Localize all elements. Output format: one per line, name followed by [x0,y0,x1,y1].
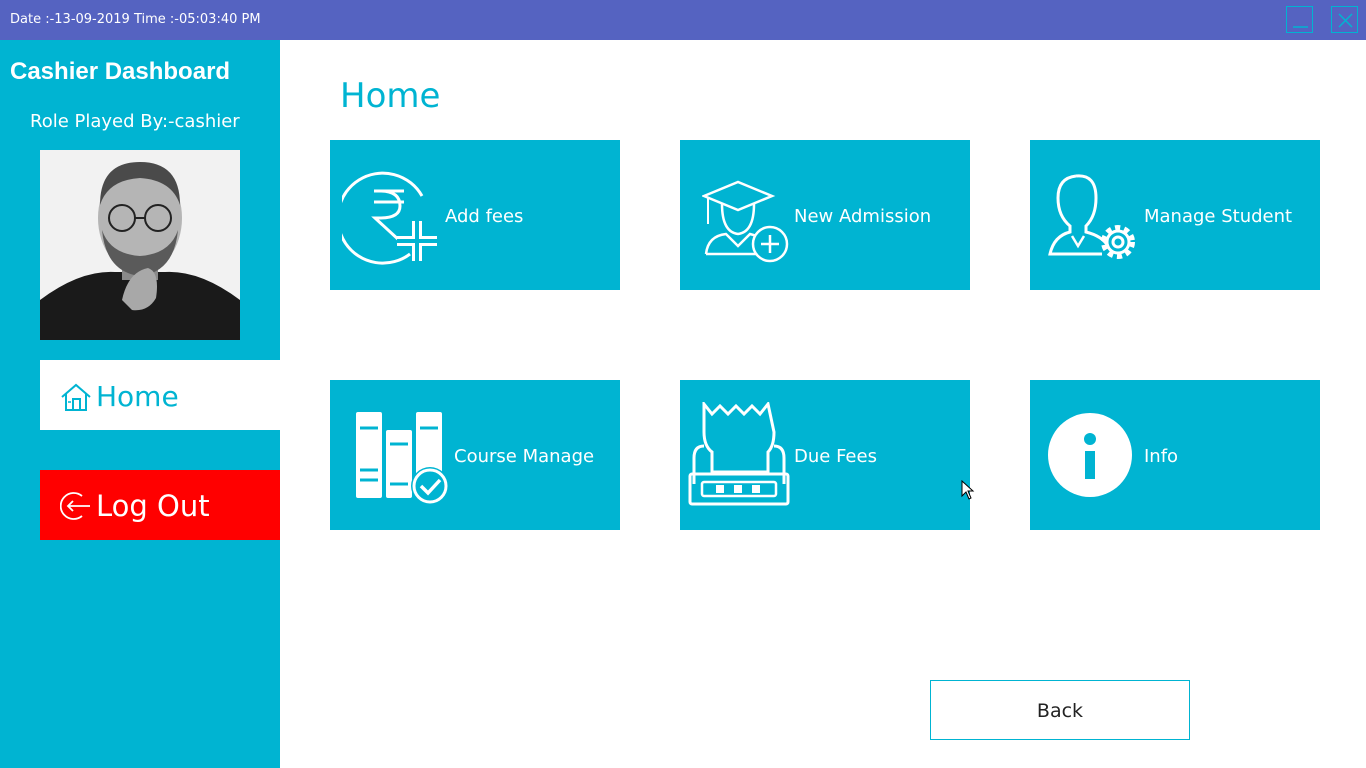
avatar [40,150,240,340]
rupee-add-icon [342,171,437,265]
dashboard-title: Cashier Dashboard [10,58,231,85]
back-button[interactable]: Back [930,680,1190,740]
tile-label: Info [1144,446,1179,467]
tile-label: New Admission [794,206,932,227]
add-fees-tile[interactable]: Add fees [330,140,620,290]
minimize-icon [1293,26,1308,28]
new-admission-tile[interactable]: New Admission [680,140,970,290]
graduate-add-icon [702,180,789,263]
datetime-label: Date :-13-09-2019 Time :-05:03:40 PM [10,12,261,27]
info-icon [1048,413,1132,497]
back-label: Back [1036,700,1084,722]
tile-label: Add fees [445,206,524,227]
logout-icon [60,492,90,520]
info-tile[interactable]: Info [1030,380,1320,530]
tile-label: Manage Student [1144,206,1293,227]
due-fees-tile[interactable]: Due Fees [680,380,970,530]
logout-label: Log Out [96,489,210,523]
user-gear-icon [1048,174,1135,259]
sidebar: Cashier Dashboard Role Played By:-cashie… [0,40,280,768]
logout-button[interactable]: Log Out [40,470,280,540]
course-manage-tile[interactable]: Course Manage [330,380,620,530]
nav-home[interactable]: Home [40,360,280,430]
tile-label: Course Manage [454,446,595,467]
user-photo [40,150,240,340]
minimize-button[interactable] [1286,6,1313,33]
tile-label: Due Fees [794,446,877,467]
home-icon [61,383,91,411]
mouse-cursor-icon [961,480,975,500]
nav-home-label: Home [96,380,179,413]
books-check-icon [356,412,449,505]
close-button[interactable] [1331,6,1358,33]
title-bar: Date :-13-09-2019 Time :-05:03:40 PM [0,0,1366,40]
role-label: Role Played By:-cashier [30,111,240,132]
manage-student-tile[interactable]: Manage Student [1030,140,1320,290]
receipt-printer-icon [688,402,790,506]
close-icon [1338,13,1353,28]
page-title: Home [340,76,441,116]
